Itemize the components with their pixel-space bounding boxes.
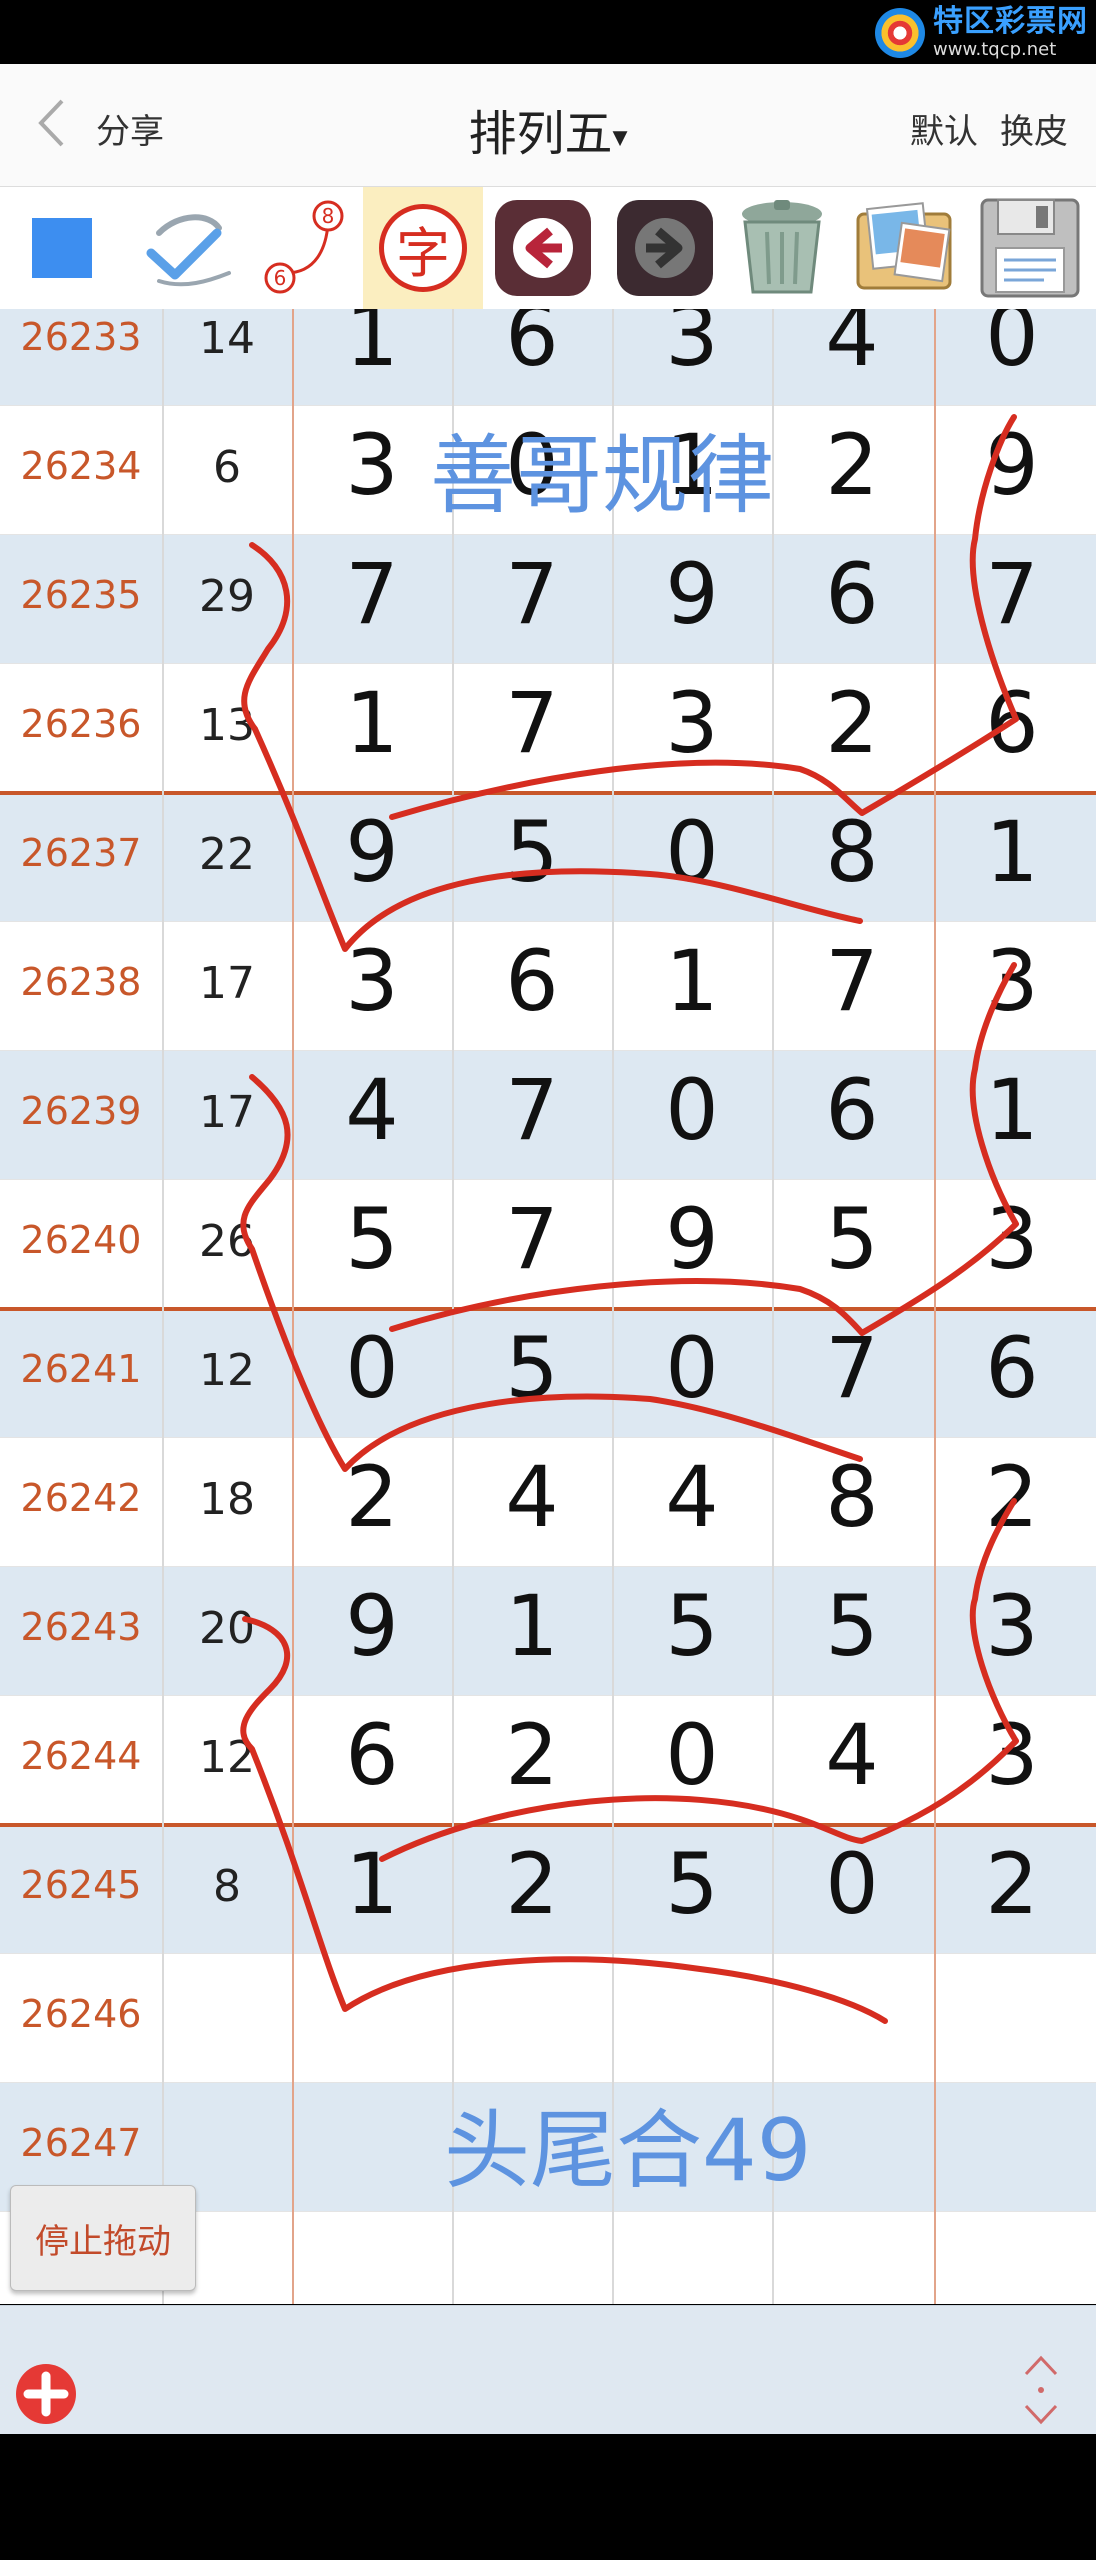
connect-dots-icon: 8 6 [264, 200, 344, 294]
number-grid[interactable]: 26233 14 1 6 3 4 0 26234 6 3 0 1 2 9 26235 29 7 7 9 6 7 26236… [0, 309, 1096, 2304]
pictures-button[interactable] [844, 187, 964, 309]
scroll-updown-icon[interactable] [1012, 2352, 1070, 2428]
save-button[interactable] [970, 187, 1090, 309]
tool-number-a: 8 [322, 204, 335, 228]
pen-tool[interactable] [134, 187, 244, 309]
text-tool[interactable]: 字 [363, 187, 483, 309]
watermark-url: www.tqcp.net [933, 39, 1057, 60]
clear-button[interactable] [724, 187, 840, 309]
page-title-text: 排列五 [468, 106, 613, 162]
undo-button[interactable] [488, 187, 598, 309]
nav-bar-area [0, 2434, 1096, 2560]
drawing-toolbar: 8 6 字 [0, 187, 1096, 309]
pen-check-icon [146, 214, 231, 287]
char-icon: 字 [379, 204, 467, 292]
default-button[interactable]: 默认 [910, 104, 978, 153]
redo-button[interactable] [610, 187, 720, 309]
connect-numbers-tool[interactable]: 8 6 [254, 187, 354, 309]
pictures-icon [856, 202, 952, 290]
swirl-logo-icon [875, 8, 925, 58]
add-icon[interactable] [14, 2362, 78, 2426]
blue-square-icon [32, 218, 92, 278]
app-header: 分享 排列五▾ 默认 换皮 [0, 64, 1096, 187]
watermark-logo: 特区彩票网 www.tqcp.net [875, 6, 1088, 60]
status-bar: 特区彩票网 www.tqcp.net [0, 0, 1096, 64]
floppy-disk-icon [980, 198, 1080, 298]
change-skin-button[interactable]: 换皮 [1000, 104, 1068, 153]
watermark-title: 特区彩票网 [933, 4, 1088, 39]
stop-drag-button[interactable]: 停止拖动 [10, 2185, 196, 2291]
hand-drawn-lines [240, 414, 1019, 2024]
tool-number-b: 6 [274, 266, 287, 290]
caret-down-icon: ▾ [612, 119, 628, 155]
arrow-right-icon [617, 200, 713, 296]
bottom-bar [0, 2305, 1096, 2434]
trash-icon [742, 200, 822, 294]
square-tool[interactable] [12, 187, 112, 309]
arrow-left-icon [495, 200, 591, 296]
